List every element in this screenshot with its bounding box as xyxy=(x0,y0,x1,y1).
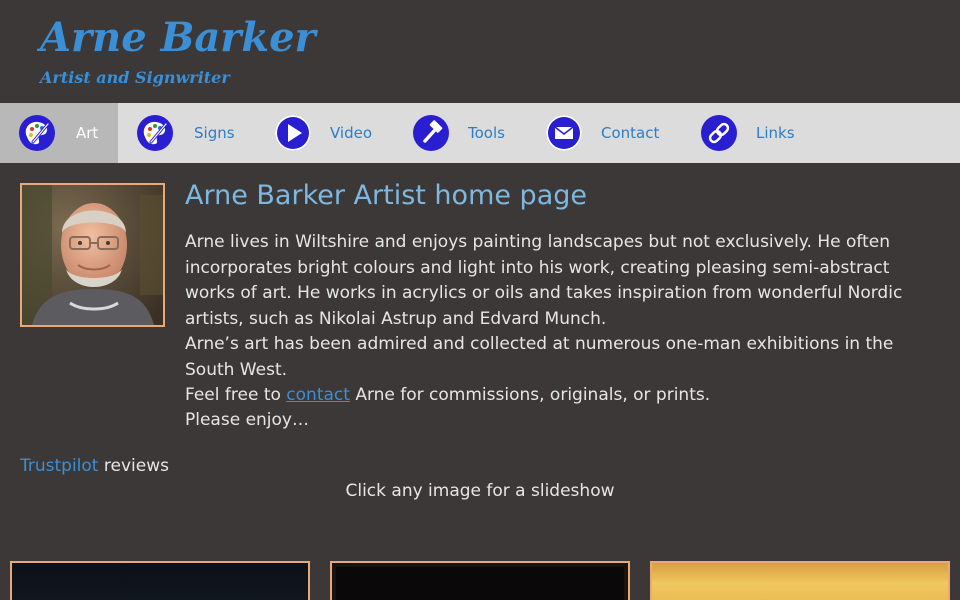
slideshow-note: Click any image for a slideshow xyxy=(345,481,615,501)
reviews-label: reviews xyxy=(98,456,169,476)
exhibitions-paragraph: Arne’s art has been admired and collecte… xyxy=(185,334,894,380)
intro-paragraph: Arne lives in Wiltshire and enjoys paint… xyxy=(185,232,903,329)
gallery-thumbnail[interactable] xyxy=(330,561,630,600)
nav-label-contact: Contact xyxy=(601,124,660,142)
page-heading: Arne Barker Artist home page xyxy=(185,180,587,211)
trustpilot-link[interactable]: Trustpilot xyxy=(20,456,98,476)
nav-label-tools: Tools xyxy=(468,124,505,142)
enjoy-paragraph: Please enjoy… xyxy=(185,410,309,430)
site-subtitle: Artist and Signwriter xyxy=(40,68,230,87)
contact-paragraph: Feel free to contact Arne for commission… xyxy=(185,383,925,409)
contact-text-after: Arne for commissions, originals, or prin… xyxy=(349,385,711,405)
palette-icon xyxy=(19,115,55,151)
artist-portrait xyxy=(20,183,165,327)
gallery-thumbnail[interactable] xyxy=(10,561,310,600)
nav-item-video[interactable]: Video xyxy=(256,103,392,163)
page: Arne Barker Artist and Signwriter Art Si… xyxy=(0,0,960,600)
nav-item-signs[interactable]: Signs xyxy=(118,103,254,163)
nav-item-links[interactable]: Links xyxy=(683,103,819,163)
nav-label-signs: Signs xyxy=(194,124,235,142)
contact-link[interactable]: contact xyxy=(286,385,350,405)
play-icon xyxy=(275,115,311,151)
nav-item-art[interactable]: Art xyxy=(0,103,118,163)
main-nav: Art Signs Video Tools Contact Links xyxy=(0,103,960,163)
nav-label-video: Video xyxy=(330,124,373,142)
reviews-line: Trustpilot reviews xyxy=(20,454,169,479)
gallery-thumbnail[interactable] xyxy=(650,561,950,600)
nav-label-art: Art xyxy=(76,124,99,142)
nav-label-links: Links xyxy=(756,124,795,142)
hammer-icon xyxy=(413,115,449,151)
palette-icon xyxy=(137,115,173,151)
nav-item-tools[interactable]: Tools xyxy=(394,103,530,163)
contact-text-before: Feel free to xyxy=(185,385,287,405)
nav-item-contact[interactable]: Contact xyxy=(527,103,683,163)
envelope-icon xyxy=(546,115,582,151)
site-title[interactable]: Arne Barker xyxy=(40,12,316,64)
link-icon xyxy=(701,115,737,151)
